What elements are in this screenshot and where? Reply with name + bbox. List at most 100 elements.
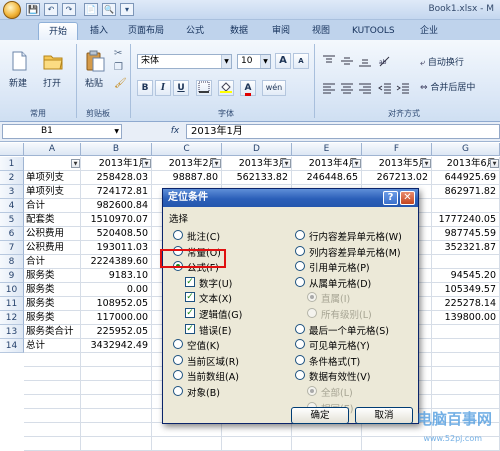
- redo-icon[interactable]: ↷: [62, 3, 76, 16]
- table-cell[interactable]: 862971.82: [432, 185, 500, 199]
- fill-color-button[interactable]: [218, 80, 234, 96]
- table-cell[interactable]: 服务类合计: [24, 325, 81, 339]
- tab-data[interactable]: 数据: [220, 22, 258, 40]
- table-cell[interactable]: [81, 367, 152, 381]
- radio-button[interactable]: [295, 370, 305, 381]
- radio-button[interactable]: [173, 339, 183, 350]
- tab-kutools[interactable]: KUTOOLS: [342, 22, 405, 40]
- chevron-down-icon[interactable]: ▼: [114, 125, 119, 138]
- column-header[interactable]: E: [292, 143, 362, 156]
- table-cell[interactable]: [81, 437, 152, 451]
- undo-icon[interactable]: ↶: [44, 3, 58, 16]
- table-cell[interactable]: 3432942.49: [81, 339, 152, 353]
- align-right-icon[interactable]: [358, 82, 372, 94]
- ok-button[interactable]: 确定: [291, 407, 349, 424]
- table-cell[interactable]: 352321.87: [432, 241, 500, 255]
- customize-qa-icon[interactable]: ▾: [120, 3, 134, 16]
- phonetic-button[interactable]: wén: [262, 80, 286, 96]
- merge-center-button[interactable]: ⇔ 合并后居中: [420, 80, 475, 93]
- table-cell[interactable]: 562133.82: [222, 171, 292, 185]
- align-middle-icon[interactable]: [340, 55, 354, 67]
- table-cell[interactable]: 2013年6月: [432, 157, 500, 171]
- new-button[interactable]: [8, 50, 30, 75]
- font-size-combo[interactable]: 10 ▼: [237, 54, 271, 69]
- checkbox[interactable]: ✓: [185, 308, 195, 318]
- table-cell[interactable]: [81, 353, 152, 367]
- row-header[interactable]: 12: [0, 311, 24, 325]
- row-header[interactable]: 10: [0, 283, 24, 297]
- table-cell[interactable]: [432, 395, 500, 409]
- table-cell[interactable]: 982600.84: [81, 199, 152, 213]
- table-cell[interactable]: 服务类: [24, 269, 81, 283]
- table-cell[interactable]: [24, 395, 81, 409]
- checkbox[interactable]: ✓: [185, 276, 195, 287]
- font-color-button[interactable]: A: [240, 80, 256, 96]
- table-cell[interactable]: 配套类: [24, 213, 81, 227]
- row-header[interactable]: 2: [0, 171, 24, 185]
- orientation-icon[interactable]: ab: [378, 55, 392, 67]
- table-cell[interactable]: 2224389.60: [81, 255, 152, 269]
- table-cell[interactable]: 987745.59: [432, 227, 500, 241]
- open-button[interactable]: [42, 50, 64, 75]
- tab-insert[interactable]: 插入: [80, 22, 118, 40]
- table-cell[interactable]: [24, 353, 81, 367]
- wrap-text-button[interactable]: ⤶ 自动换行: [420, 55, 464, 68]
- table-cell[interactable]: [432, 339, 500, 353]
- table-cell[interactable]: 2013年2月: [152, 157, 222, 171]
- table-cell[interactable]: [222, 423, 292, 437]
- radio-button[interactable]: [173, 354, 183, 365]
- table-cell[interactable]: 9183.10: [81, 269, 152, 283]
- table-cell[interactable]: [432, 353, 500, 367]
- table-cell[interactable]: [432, 325, 500, 339]
- save-icon[interactable]: 💾: [26, 3, 40, 16]
- radio-button[interactable]: [173, 230, 183, 240]
- underline-button[interactable]: U: [173, 80, 189, 96]
- table-cell[interactable]: 267213.02: [362, 171, 432, 185]
- font-name-combo[interactable]: 宋体 ▼: [137, 54, 232, 69]
- tab-view[interactable]: 视图: [302, 22, 340, 40]
- table-cell[interactable]: 0.00: [81, 283, 152, 297]
- table-cell[interactable]: [152, 423, 222, 437]
- column-header[interactable]: B: [81, 143, 152, 156]
- radio-button[interactable]: [295, 230, 305, 240]
- table-cell[interactable]: [292, 437, 362, 451]
- table-cell[interactable]: 246448.65: [292, 171, 362, 185]
- table-cell[interactable]: [292, 423, 362, 437]
- table-cell[interactable]: [222, 437, 292, 451]
- shrink-font-button[interactable]: A: [293, 53, 309, 69]
- table-cell[interactable]: 1777240.05: [432, 213, 500, 227]
- row-header[interactable]: 4: [0, 199, 24, 213]
- radio-button[interactable]: [295, 261, 305, 272]
- office-button[interactable]: [3, 1, 21, 19]
- row-header[interactable]: 1: [0, 157, 24, 171]
- row-header[interactable]: 5: [0, 213, 24, 227]
- table-cell[interactable]: 服务类: [24, 297, 81, 311]
- italic-button[interactable]: I: [155, 80, 171, 96]
- table-cell[interactable]: 105349.57: [432, 283, 500, 297]
- row-header[interactable]: 9: [0, 269, 24, 283]
- table-cell[interactable]: 520408.50: [81, 227, 152, 241]
- checkbox[interactable]: ✓: [185, 292, 195, 303]
- table-cell[interactable]: [81, 381, 152, 395]
- table-cell[interactable]: 225278.14: [432, 297, 500, 311]
- table-cell[interactable]: [432, 199, 500, 213]
- table-cell[interactable]: [81, 395, 152, 409]
- table-cell[interactable]: [81, 423, 152, 437]
- border-button[interactable]: [196, 80, 212, 96]
- table-cell[interactable]: [81, 409, 152, 423]
- table-cell[interactable]: [432, 255, 500, 269]
- align-left-icon[interactable]: [322, 82, 336, 94]
- column-header[interactable]: A: [24, 143, 81, 156]
- table-cell[interactable]: [24, 367, 81, 381]
- table-cell[interactable]: [24, 437, 81, 451]
- table-cell[interactable]: [152, 437, 222, 451]
- table-cell[interactable]: 1510970.07: [81, 213, 152, 227]
- table-cell[interactable]: 公积费用: [24, 241, 81, 255]
- radio-button[interactable]: [295, 245, 305, 256]
- row-header[interactable]: 7: [0, 241, 24, 255]
- row-header[interactable]: 8: [0, 255, 24, 269]
- row-header[interactable]: 3: [0, 185, 24, 199]
- copy-icon[interactable]: ❐: [114, 62, 123, 73]
- table-cell[interactable]: 94545.20: [432, 269, 500, 283]
- select-all-corner[interactable]: [0, 143, 24, 156]
